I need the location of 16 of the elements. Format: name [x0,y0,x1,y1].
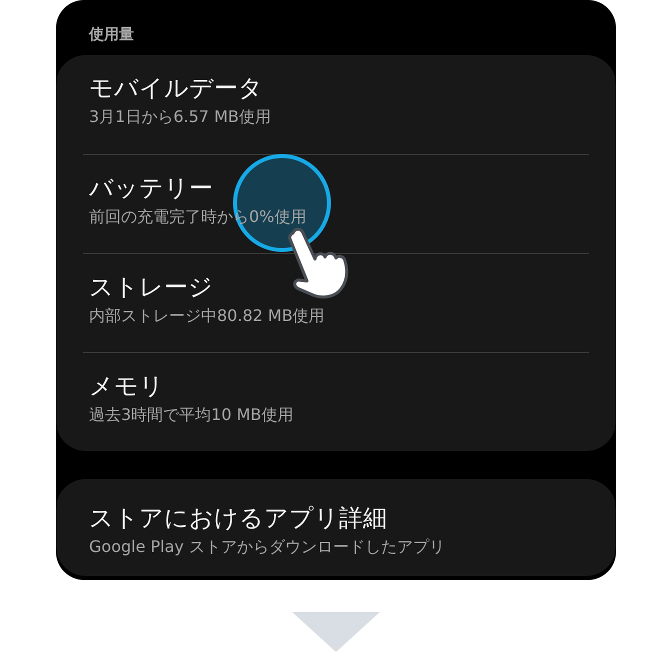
item-subtitle: 3月1日から6.57 MB使用 [89,106,271,128]
item-subtitle: Google Play ストアからダウンロードしたアプリ [89,536,445,558]
item-title: バッテリー [89,173,213,204]
settings-item[interactable]: モバイルデータ 3月1日から6.57 MB使用 [83,55,589,154]
item-title: ストレージ [89,272,213,303]
settings-item[interactable]: メモリ 過去3時間で平均10 MB使用 [83,352,589,451]
item-title: ストアにおけるアプリ詳細 [89,503,387,534]
hand-pointer-icon [285,225,351,301]
section-label: 使用量 [89,25,134,43]
settings-item[interactable]: ストレージ 内部ストレージ中80.82 MB使用 [83,253,589,352]
item-subtitle: 過去3時間で平均10 MB使用 [89,404,294,426]
down-arrow-icon [292,612,380,652]
store-details-item[interactable]: ストアにおけるアプリ詳細 Google Play ストアからダウンロードしたアプリ [56,479,616,576]
item-title: モバイルデータ [89,73,263,104]
item-subtitle: 内部ストレージ中80.82 MB使用 [89,305,325,327]
item-title: メモリ [89,371,164,402]
